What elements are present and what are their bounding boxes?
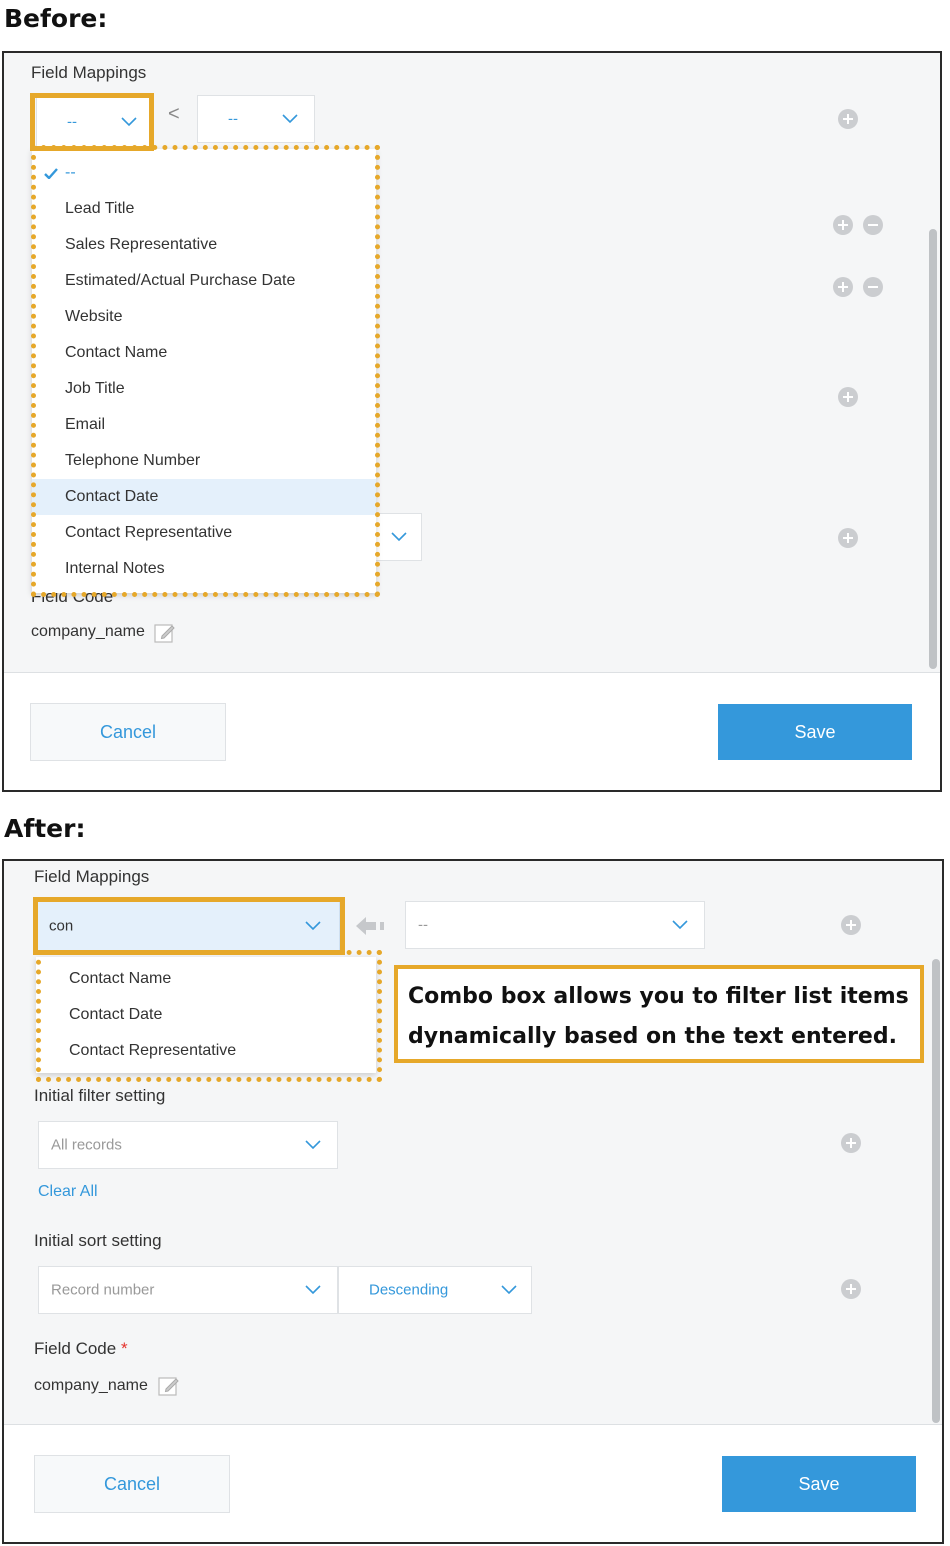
minus-circle-icon[interactable]: [863, 215, 883, 235]
combo-highlight-box: [33, 897, 345, 955]
chevron-down-icon: [672, 920, 688, 930]
after-dialog: Field Mappings con -- Contact Name Conta…: [2, 859, 944, 1544]
callout-line-2: dynamically based on the text entered.: [408, 1024, 897, 1049]
chevron-down-icon: [501, 1285, 517, 1295]
dialog-footer: Cancel Save: [4, 672, 940, 790]
cancel-button[interactable]: Cancel: [34, 1455, 230, 1513]
after-heading: After:: [4, 814, 86, 843]
field-mappings-label: Field Mappings: [31, 63, 147, 82]
select-highlight-box: [30, 93, 154, 151]
required-mark: *: [120, 1339, 128, 1358]
select-value: --: [418, 916, 428, 934]
plus-circle-icon[interactable]: [833, 215, 853, 235]
dialog-footer: Cancel Save: [4, 1424, 942, 1542]
save-button[interactable]: Save: [722, 1456, 916, 1512]
scrollbar[interactable]: [929, 229, 937, 669]
field-code-label: Field Code *: [34, 1339, 128, 1358]
before-dialog: Field Mappings -- < -- Field Code compan…: [2, 51, 942, 792]
select-value: --: [228, 110, 238, 128]
field-code-value: company_name: [31, 623, 145, 640]
edit-icon[interactable]: [158, 1375, 180, 1397]
chevron-left-icon: <: [168, 103, 180, 125]
field-mapping-target-select[interactable]: --: [405, 901, 705, 949]
cancel-button[interactable]: Cancel: [30, 703, 226, 761]
save-button[interactable]: Save: [718, 704, 912, 760]
before-heading: Before:: [4, 4, 108, 33]
plus-circle-icon[interactable]: [833, 277, 853, 297]
chevron-down-icon: [305, 1140, 321, 1150]
select-value: All records: [51, 1136, 122, 1154]
plus-circle-icon[interactable]: [841, 1133, 861, 1153]
dropdown-highlight-box: [36, 950, 382, 1082]
plus-circle-icon[interactable]: [838, 387, 858, 407]
field-mappings-label: Field Mappings: [34, 867, 150, 886]
callout-line-1: Combo box allows you to filter list item…: [408, 984, 909, 1009]
dropdown-highlight-box: [31, 145, 380, 597]
select-value: Record number: [51, 1281, 155, 1299]
initial-sort-label: Initial sort setting: [34, 1231, 162, 1250]
sort-field-select[interactable]: Record number: [38, 1266, 338, 1314]
plus-circle-icon[interactable]: [841, 915, 861, 935]
chevron-down-icon: [305, 1285, 321, 1295]
field-mapping-target-select[interactable]: --: [197, 95, 315, 143]
callout-box: Combo box allows you to filter list item…: [394, 965, 924, 1063]
chevron-down-icon: [282, 114, 298, 124]
clear-all-link[interactable]: Clear All: [38, 1183, 98, 1201]
minus-circle-icon[interactable]: [863, 277, 883, 297]
field-code-value: company_name: [34, 1377, 148, 1394]
arrow-left-icon: [356, 917, 384, 935]
plus-circle-icon[interactable]: [841, 1279, 861, 1299]
select-value: Descending: [369, 1281, 449, 1299]
plus-circle-icon[interactable]: [838, 528, 858, 548]
initial-filter-label: Initial filter setting: [34, 1086, 166, 1105]
filter-select[interactable]: All records: [38, 1121, 338, 1169]
sort-order-select[interactable]: Descending: [338, 1266, 532, 1314]
plus-circle-icon[interactable]: [838, 109, 858, 129]
scrollbar[interactable]: [932, 959, 940, 1423]
chevron-down-icon: [391, 532, 407, 542]
edit-icon[interactable]: [154, 622, 176, 644]
